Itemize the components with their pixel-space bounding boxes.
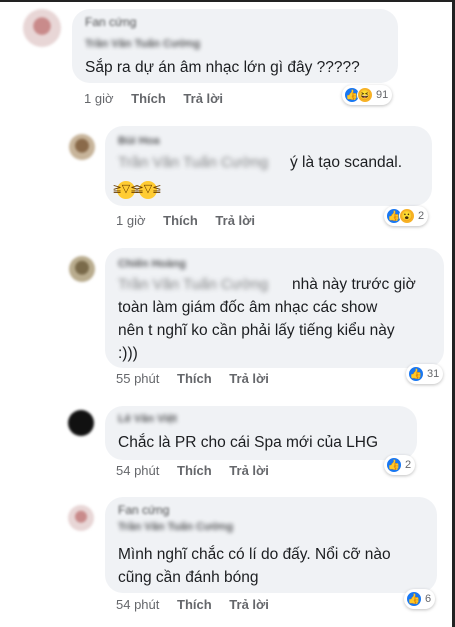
reaction-count: 2: [405, 459, 412, 471]
comment-meta: 1 giờ Thích Trả lời: [116, 213, 269, 228]
reply-button[interactable]: Trả lời: [229, 371, 269, 386]
comment-text-line-2: toàn làm giám đốc âm nhạc các show: [118, 299, 378, 316]
haha-icon: 😆: [357, 87, 373, 103]
like-button[interactable]: Thích: [177, 463, 212, 478]
comment-text-line-1: Sắp ra dự án âm nhạc lớn gì đây ?????: [85, 59, 360, 76]
tagged-user[interactable]: Trần Văn Tuấn Cường: [118, 276, 268, 293]
reaction-summary[interactable]: 👍 😆 91: [342, 85, 393, 105]
reply-button[interactable]: Trả lời: [229, 463, 269, 478]
comment-meta: 55 phút Thích Trả lời: [116, 371, 283, 386]
laughing-emoji: ≧▽≦: [135, 180, 161, 199]
comment-text-line-3: nên t nghĩ ko cần phải lấy tiếng kiểu nà…: [118, 322, 395, 339]
reply-button[interactable]: Trả lời: [183, 91, 223, 106]
like-button[interactable]: Thích: [131, 91, 166, 106]
timestamp[interactable]: 55 phút: [116, 371, 159, 386]
commenter-name[interactable]: Bùi Hoa: [118, 135, 160, 147]
avatar[interactable]: [68, 505, 94, 531]
reaction-summary[interactable]: 👍 2: [384, 455, 416, 475]
timestamp[interactable]: 1 giờ: [84, 91, 114, 106]
comment-meta: 54 phút Thích Trả lời: [116, 597, 283, 612]
comment-meta: 1 giờ Thích Trả lời: [84, 91, 237, 106]
comment-text-line-4: :))): [118, 345, 138, 362]
tagged-user[interactable]: Trần Văn Tuấn Cường: [118, 154, 268, 171]
reaction-count: 31: [427, 368, 440, 380]
reaction-summary[interactable]: 👍 😮 2: [384, 206, 429, 226]
comment-text-line-1: nhà này trước giờ: [292, 276, 416, 293]
like-icon: 👍: [386, 457, 402, 473]
reaction-count: 91: [376, 89, 389, 101]
comment-text-line-2: cũng cần đánh bóng: [118, 569, 259, 586]
wow-icon: 😮: [399, 208, 415, 224]
timestamp[interactable]: 54 phút: [116, 597, 159, 612]
avatar[interactable]: [68, 410, 94, 436]
reaction-summary[interactable]: 👍 31: [406, 364, 444, 384]
comment-meta: 54 phút Thích Trả lời: [116, 463, 283, 478]
like-button[interactable]: Thích: [163, 213, 198, 228]
commenter-name[interactable]: Trần Văn Tuấn Cường: [118, 521, 233, 533]
reaction-count: 6: [425, 593, 432, 605]
timestamp[interactable]: 1 giờ: [116, 213, 146, 228]
frame-top-border: [0, 0, 455, 2]
reply-button[interactable]: Trả lời: [215, 213, 255, 228]
avatar[interactable]: [69, 134, 95, 160]
avatar[interactable]: [69, 256, 95, 282]
fan-badge: Fan cứng: [85, 15, 137, 29]
fan-badge: Fan cứng: [118, 503, 170, 517]
comment-emojis: ≧▽≦≧▽≦: [113, 178, 161, 201]
avatar[interactable]: [23, 9, 61, 47]
comment-text-line-1: Chắc là PR cho cái Spa mới của LHG: [118, 434, 378, 451]
like-icon: 👍: [406, 591, 422, 607]
commenter-name[interactable]: Trần Văn Tuấn Cường: [85, 38, 200, 50]
commenter-name[interactable]: Chiến Hoàng: [118, 258, 186, 270]
comment-text-line-1: ý là tạo scandal.: [290, 154, 403, 171]
laughing-emoji: ≧▽≦: [113, 180, 139, 199]
like-button[interactable]: Thích: [177, 597, 212, 612]
reaction-summary[interactable]: 👍 6: [404, 589, 436, 609]
like-button[interactable]: Thích: [177, 371, 212, 386]
like-icon: 👍: [408, 366, 424, 382]
commenter-name[interactable]: Lê Văn Việt: [118, 413, 177, 425]
reaction-count: 2: [418, 210, 425, 222]
comment-text-line-1: Mình nghĩ chắc có lí do đấy. Nổi cỡ nào: [118, 546, 391, 563]
reply-button[interactable]: Trả lời: [229, 597, 269, 612]
timestamp[interactable]: 54 phút: [116, 463, 159, 478]
